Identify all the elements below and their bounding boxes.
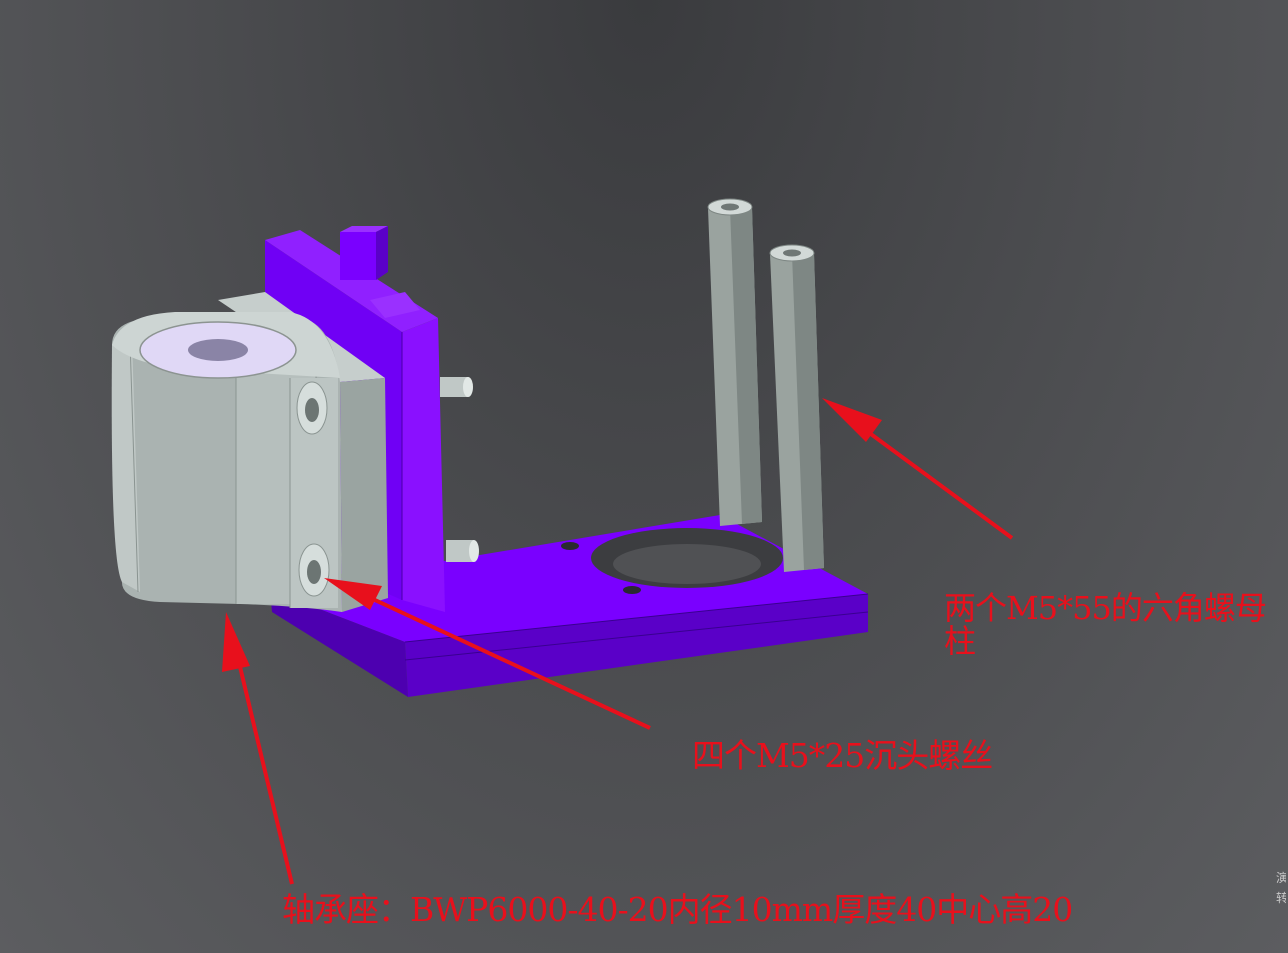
screw-upper xyxy=(296,381,328,435)
hex-standoff-right xyxy=(769,244,824,572)
cad-model-view xyxy=(111,198,1014,885)
edge-text-2: 转 xyxy=(1276,891,1286,905)
bearing-block-annotation: 轴承座：BWP6000-40-20内径10mm厚度40中心高20 xyxy=(282,890,1073,929)
hex-standoffs-annotation: 两个M5*55的六角螺母柱 xyxy=(944,592,1284,658)
countersunk-screws-annotation: 四个M5*25沉头螺丝 xyxy=(692,736,993,775)
edge-watermark: 演 转 xyxy=(1276,868,1286,908)
bearing-bore xyxy=(188,339,248,361)
hex-standoffs-text: 两个M5*55的六角螺母柱 xyxy=(944,589,1267,660)
screw-lower xyxy=(298,543,330,597)
edge-text-1: 演 xyxy=(1276,871,1286,885)
pin-upper xyxy=(440,377,473,397)
arrow-bearing-block xyxy=(222,612,294,885)
pin-lower xyxy=(446,540,479,562)
hex-standoff-left xyxy=(707,198,762,526)
arrow-hex-standoffs xyxy=(822,398,1014,540)
